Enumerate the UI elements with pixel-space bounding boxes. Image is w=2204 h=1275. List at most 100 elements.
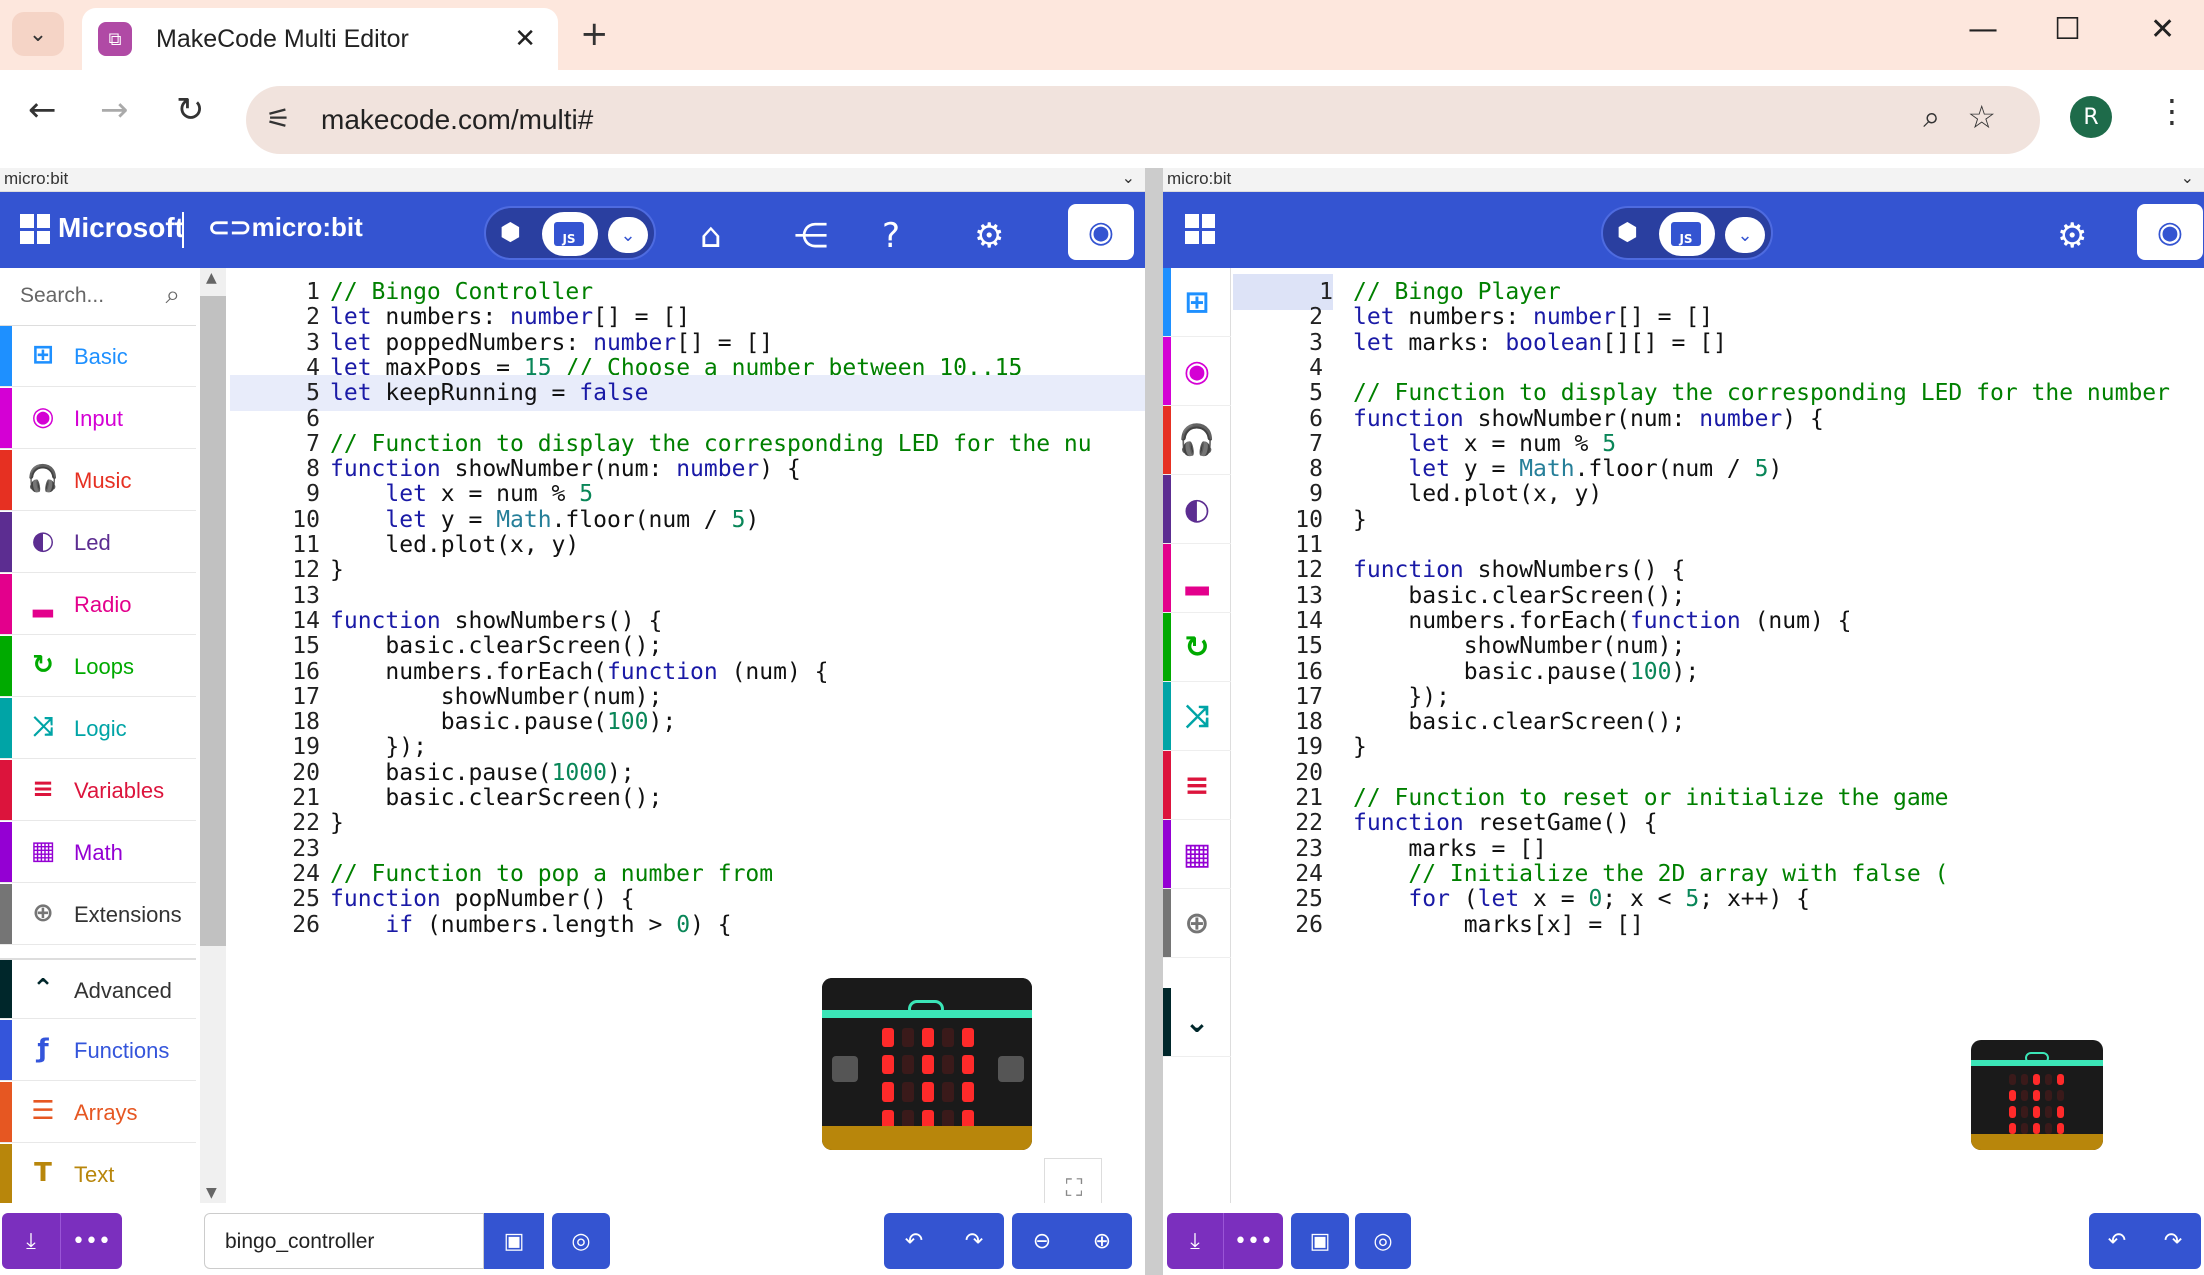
- scroll-down-icon[interactable]: ▼: [206, 1185, 217, 1201]
- tab-search-dropdown[interactable]: ⌄: [12, 12, 64, 56]
- help-icon[interactable]: ?: [882, 216, 900, 256]
- toolbox-category-loops[interactable]: ↻ Loops: [0, 636, 196, 697]
- toolbox-category-functions[interactable]: ƒ Functions: [0, 1020, 196, 1081]
- redo-icon[interactable]: ↷: [2145, 1213, 2201, 1269]
- site-settings-icon[interactable]: ⚟: [266, 102, 291, 135]
- download-icon[interactable]: ⤓: [2, 1213, 60, 1269]
- profile-avatar[interactable]: R: [2070, 96, 2112, 138]
- toolbox: ⊞ ◉ 🎧 ◐ ▂ ↻ ⤨ ≡ ▦ ⊕ ⌄: [1163, 268, 1231, 1203]
- settings-gear-icon[interactable]: ⚙: [974, 216, 1004, 256]
- search-input[interactable]: Search...: [20, 284, 104, 308]
- undo-icon[interactable]: ↶: [2089, 1213, 2145, 1269]
- microbit-brand[interactable]: ⊂⊃micro:bit: [208, 212, 363, 243]
- code-line[interactable]: 26 if (numbers.length > 0) {: [230, 907, 1145, 943]
- toolbox-category-math[interactable]: ▦: [1163, 820, 1231, 889]
- zoom-in-icon[interactable]: ⊕: [1072, 1213, 1132, 1269]
- browser-menu-icon[interactable]: ⋮: [2156, 92, 2188, 130]
- toolbox-category-logic[interactable]: ⤨: [1163, 682, 1231, 751]
- toolbox-category-arrays[interactable]: ☰ Arrays: [0, 1082, 196, 1143]
- math-icon: ▦: [30, 836, 56, 866]
- toolbox-search[interactable]: Search... ⌕: [0, 268, 196, 326]
- toolbox-category-advanced[interactable]: ⌄: [1163, 988, 1231, 1057]
- category-label: Extensions: [74, 902, 182, 927]
- github-icon[interactable]: ◎: [1355, 1213, 1411, 1269]
- category-label: Music: [74, 468, 132, 493]
- more-options-icon[interactable]: •••: [1223, 1213, 1283, 1269]
- browser-tab[interactable]: ⧉ MakeCode Multi Editor ✕: [82, 8, 558, 70]
- zoom-icon[interactable]: ⌕: [1923, 100, 1940, 135]
- home-icon[interactable]: ⌂: [700, 216, 722, 256]
- led-icon: [2021, 1074, 2028, 1086]
- button-b-icon[interactable]: [998, 1056, 1024, 1082]
- save-icon[interactable]: ▣: [484, 1213, 544, 1269]
- chevron-down-icon[interactable]: ⌄: [1122, 168, 1135, 190]
- search-icon[interactable]: ⌕: [165, 280, 180, 311]
- toolbox-category-logic[interactable]: ⤨ Logic: [0, 698, 196, 759]
- language-dropdown-icon[interactable]: ⌄: [1725, 217, 1765, 253]
- category-color-bar: [0, 1082, 12, 1142]
- github-icon[interactable]: ◎: [552, 1213, 610, 1269]
- toolbox-category-music[interactable]: 🎧 Music: [0, 450, 196, 511]
- input-icon: ◉: [31, 402, 55, 432]
- download-icon[interactable]: ⤓: [1167, 1213, 1223, 1269]
- editor-toggle[interactable]: ⬢ JS ⌄: [1601, 206, 1773, 260]
- toolbox-category-radio[interactable]: ▂: [1163, 544, 1231, 613]
- toolbox-category-music[interactable]: 🎧: [1163, 406, 1231, 475]
- pane-divider[interactable]: [1145, 168, 1163, 1275]
- chevron-down-icon[interactable]: ⌄: [2181, 168, 2194, 190]
- user-account-icon[interactable]: ◉: [1068, 204, 1134, 260]
- toolbox-scrollbar[interactable]: ▲ ▼: [200, 268, 226, 1203]
- toolbox-category-loops[interactable]: ↻: [1163, 613, 1231, 682]
- url-text[interactable]: makecode.com/multi#: [321, 104, 593, 136]
- scroll-up-icon[interactable]: ▲: [206, 270, 217, 286]
- language-dropdown-icon[interactable]: ⌄: [608, 217, 648, 253]
- toolbox-category-variables[interactable]: ≡ Variables: [0, 760, 196, 821]
- scrollbar-thumb[interactable]: [200, 296, 226, 946]
- toolbox-category-led[interactable]: ◐: [1163, 475, 1231, 544]
- settings-gear-icon[interactable]: ⚙: [2057, 216, 2087, 256]
- blocks-icon[interactable]: ⬢: [500, 218, 521, 246]
- javascript-toggle[interactable]: JS: [1659, 212, 1715, 256]
- toolbox-category-extensions[interactable]: ⊕: [1163, 889, 1231, 958]
- toolbox-category-input[interactable]: ◉ Input: [0, 388, 196, 449]
- toolbox-category-variables[interactable]: ≡: [1163, 751, 1231, 820]
- grid-logo-icon[interactable]: [1185, 214, 1215, 244]
- maximize-button[interactable]: ☐: [2054, 12, 2081, 47]
- blocks-icon[interactable]: ⬢: [1617, 218, 1638, 246]
- toolbox-category-extensions[interactable]: ⊕ Extensions: [0, 884, 196, 945]
- share-icon[interactable]: ⋲: [794, 216, 828, 256]
- microbit-simulator[interactable]: [1971, 1040, 2103, 1150]
- save-icon[interactable]: ▣: [1291, 1213, 1349, 1269]
- close-window-button[interactable]: ✕: [2150, 12, 2175, 47]
- forward-button[interactable]: →: [100, 90, 129, 130]
- new-tab-button[interactable]: +: [580, 14, 609, 54]
- toolbox-category-text[interactable]: T Text: [0, 1144, 196, 1205]
- redo-icon[interactable]: ↷: [944, 1213, 1004, 1269]
- toolbox-category-basic[interactable]: ⊞: [1163, 268, 1231, 337]
- bookmark-star-icon[interactable]: ☆: [1967, 98, 1996, 136]
- javascript-toggle[interactable]: JS: [542, 212, 598, 256]
- browser-toolbar: ← → ↻ ⚟ makecode.com/multi# ⌕ ☆ R ⋮: [0, 70, 2204, 168]
- editor-toggle[interactable]: ⬢ JS ⌄: [484, 206, 656, 260]
- more-options-icon[interactable]: •••: [60, 1213, 122, 1269]
- microbit-simulator[interactable]: [822, 978, 1032, 1150]
- zoom-out-icon[interactable]: ⊖: [1012, 1213, 1072, 1269]
- project-name-input[interactable]: bingo_controller: [204, 1213, 484, 1269]
- user-account-icon[interactable]: ◉: [2137, 204, 2203, 260]
- toolbox-category-radio[interactable]: ▂ Radio: [0, 574, 196, 635]
- toolbox-category-basic[interactable]: ⊞ Basic: [0, 326, 196, 387]
- minimize-button[interactable]: —: [1968, 12, 1998, 47]
- undo-icon[interactable]: ↶: [884, 1213, 944, 1269]
- category-color-bar: [1163, 751, 1171, 819]
- reload-button[interactable]: ↻: [176, 90, 205, 130]
- toolbox-category-led[interactable]: ◐ Led: [0, 512, 196, 573]
- address-bar[interactable]: ⚟ makecode.com/multi# ⌕ ☆: [246, 86, 2040, 154]
- toolbox-category-input[interactable]: ◉: [1163, 337, 1231, 406]
- back-button[interactable]: ←: [28, 90, 57, 130]
- code-line[interactable]: 26 marks[x] = []: [1233, 907, 2204, 943]
- tab-close-icon[interactable]: ✕: [514, 24, 536, 54]
- toolbox-category-advanced[interactable]: ⌃ Advanced: [0, 958, 196, 1019]
- led-icon: [2009, 1074, 2016, 1086]
- toolbox-category-math[interactable]: ▦ Math: [0, 822, 196, 883]
- button-a-icon[interactable]: [832, 1056, 858, 1082]
